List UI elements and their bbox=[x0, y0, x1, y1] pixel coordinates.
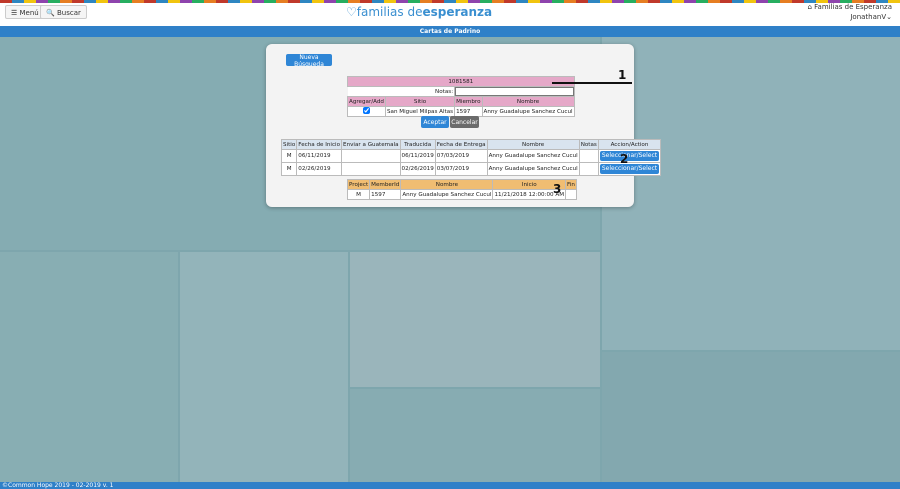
cell-nombre: Anny Guadalupe Sanchez Cucul bbox=[481, 106, 575, 117]
notes-label: Notas: bbox=[347, 86, 455, 97]
cell-sitio: M bbox=[280, 149, 298, 163]
photo-tile bbox=[350, 252, 600, 387]
col-nombre: Nombre bbox=[400, 179, 494, 190]
cell-traducida: 02/26/2019 bbox=[399, 162, 436, 176]
col-notas: Notas bbox=[578, 139, 599, 150]
menu-label: Menú bbox=[19, 9, 39, 17]
letters-table: Sitio Fecha de Inicio Enviar a Guatemala… bbox=[280, 139, 662, 176]
select-button[interactable]: Seleccionar/Select bbox=[599, 164, 660, 174]
select-button[interactable]: Seleccionar/Select bbox=[599, 151, 660, 161]
col-add: Agregar/Add bbox=[347, 96, 386, 107]
accept-button[interactable]: Aceptar bbox=[421, 116, 449, 128]
cell-traducida: 06/11/2019 bbox=[399, 149, 436, 163]
annotation-marker-3: 3 bbox=[553, 182, 562, 196]
projects-table: Project MemberId Nombre Inicio Fin M 159… bbox=[346, 179, 577, 200]
logo-text-bold: esperanza bbox=[422, 5, 493, 19]
col-nombre: Nombre bbox=[486, 139, 580, 150]
card-id: 1081581 bbox=[347, 76, 575, 87]
photo-tile bbox=[0, 252, 178, 482]
card-table: 1081581 Notas: Agregar/Add Sitio Miembro… bbox=[347, 76, 575, 117]
table-row: M 02/26/2019 02/26/2019 03/07/2019 Anny … bbox=[280, 162, 662, 176]
photo-tile bbox=[602, 37, 900, 350]
chevron-down-icon: ⌄ bbox=[886, 13, 892, 21]
search-label: Buscar bbox=[56, 9, 81, 17]
org-link[interactable]: ⌂ Familias de Esperanza bbox=[807, 3, 892, 11]
annotation-marker-2: 2 bbox=[620, 152, 629, 166]
logo[interactable]: ♡familias deesperanza bbox=[346, 5, 492, 19]
cell-sitio: M bbox=[280, 162, 298, 176]
photo-tile bbox=[602, 352, 900, 482]
new-search-button[interactable]: Nueva Búsqueda bbox=[286, 54, 332, 68]
col-enviar: Enviar a Guatemala bbox=[341, 139, 401, 150]
cell-enviar bbox=[341, 162, 401, 176]
col-action: Accion/Action bbox=[597, 139, 662, 150]
cell-entrega: 03/07/2019 bbox=[434, 162, 488, 176]
annotation-marker-1: 1 bbox=[618, 68, 627, 82]
logo-text-light: familias de bbox=[356, 5, 423, 19]
col-nombre: Nombre bbox=[481, 96, 575, 107]
cell-project: M bbox=[346, 189, 371, 200]
letters-panel: Nueva Búsqueda 1081581 Notas: Agregar/Ad… bbox=[266, 44, 662, 207]
photo-tile bbox=[350, 389, 600, 482]
col-miembro: Miembro bbox=[454, 96, 483, 107]
col-entrega: Fecha de Entrega bbox=[434, 139, 488, 150]
rainbow-stripe bbox=[0, 0, 900, 3]
col-sitio: Sitio bbox=[280, 139, 298, 150]
cell-fin bbox=[565, 189, 577, 200]
annotation-line bbox=[552, 82, 632, 84]
cell-entrega: 07/03/2019 bbox=[434, 149, 488, 163]
cell-sitio: San Miguel Milpas Altas bbox=[384, 106, 456, 117]
cell-member: 1597 bbox=[369, 189, 402, 200]
user-name: JonathanV bbox=[850, 13, 887, 21]
cell-notas bbox=[578, 149, 599, 163]
footer: ©Common Hope 2019 - 02-2019 v. 1 bbox=[0, 482, 900, 489]
search-button[interactable]: 🔍 Buscar bbox=[40, 5, 87, 19]
page-title: Cartas de Padrino bbox=[0, 26, 900, 37]
search-icon: 🔍 bbox=[46, 9, 55, 17]
col-inicio: Fecha de Inicio bbox=[296, 139, 343, 150]
col-member: MemberId bbox=[369, 179, 402, 190]
cell-notas bbox=[578, 162, 599, 176]
col-traducida: Traducida bbox=[399, 139, 436, 150]
col-sitio: Sitio bbox=[384, 96, 456, 107]
cell-enviar bbox=[341, 149, 401, 163]
cell-nombre: Anny Guadalupe Sanchez Cucul bbox=[486, 162, 580, 176]
col-project: Project bbox=[346, 179, 371, 190]
table-row: M 1597 Anny Guadalupe Sanchez Cucul 11/2… bbox=[346, 189, 577, 200]
menu-button[interactable]: ☰ Menú bbox=[5, 5, 45, 19]
cell-inicio: 02/26/2019 bbox=[296, 162, 343, 176]
cell-inicio: 06/11/2019 bbox=[296, 149, 343, 163]
org-name: Familias de Esperanza bbox=[814, 3, 892, 11]
col-fin: Fin bbox=[565, 179, 577, 190]
table-row: M 06/11/2019 06/11/2019 07/03/2019 Anny … bbox=[280, 149, 662, 163]
heart-icon: ♡ bbox=[346, 5, 357, 19]
top-bar: ☰ Menú 🔍 Buscar ♡familias deesperanza ⌂ … bbox=[0, 0, 900, 26]
user-menu[interactable]: JonathanV⌄ bbox=[850, 13, 892, 21]
cell-nombre: Anny Guadalupe Sanchez Cucul bbox=[486, 149, 580, 163]
cell-miembro: 1597 bbox=[454, 106, 483, 117]
hamburger-icon: ☰ bbox=[11, 9, 18, 17]
add-checkbox[interactable] bbox=[363, 107, 370, 114]
table-row: San Miguel Milpas Altas 1597 Anny Guadal… bbox=[347, 106, 575, 117]
notes-input[interactable] bbox=[455, 87, 574, 96]
cancel-button[interactable]: Cancelar bbox=[450, 116, 479, 128]
cell-nombre: Anny Guadalupe Sanchez Cucul bbox=[400, 189, 494, 200]
photo-tile bbox=[180, 252, 348, 482]
